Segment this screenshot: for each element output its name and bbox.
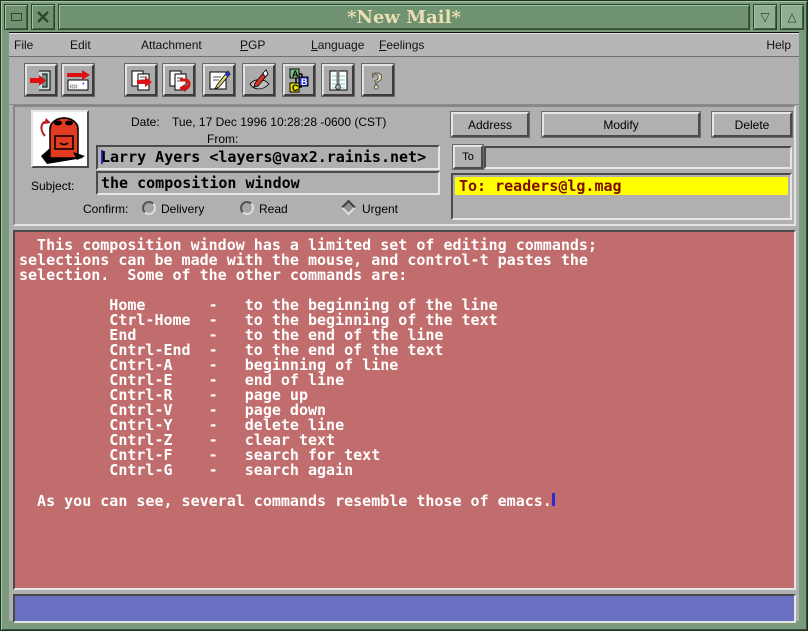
help-button[interactable]: ? — [362, 64, 394, 96]
notes-button[interactable] — [322, 64, 354, 96]
address-button[interactable]: Address — [451, 112, 529, 137]
mailbox-logo — [31, 110, 89, 168]
copy-message-button[interactable] — [125, 64, 157, 96]
subject-field[interactable]: the composition window — [96, 171, 440, 195]
svg-text:C: C — [292, 83, 299, 93]
window-content: File Edit Attachment PGP Language Feelin… — [9, 32, 799, 621]
requeue-message-button[interactable] — [163, 64, 195, 96]
subject-label: Subject: — [31, 179, 74, 193]
recipient-row[interactable]: To: readers@lg.mag — [455, 177, 788, 195]
minimize-button[interactable] — [4, 4, 28, 30]
from-field[interactable]: Larry Ayers <layers@vax2.rainis.net> — [96, 145, 440, 170]
copy-message-icon — [129, 68, 154, 93]
modify-button[interactable]: Modify — [542, 112, 700, 137]
menu-language[interactable]: Language — [311, 38, 364, 52]
titlebar: *New Mail* ▽ △ — [4, 4, 804, 30]
erase-button[interactable] — [243, 64, 275, 96]
door-exit-icon — [29, 68, 54, 93]
confirm-label: Confirm: — [83, 202, 128, 216]
urgent-toggle[interactable] — [341, 200, 357, 216]
alias-book-button[interactable]: A B C — [283, 64, 315, 96]
maximize-button[interactable]: △ — [780, 4, 804, 30]
svg-text:?: ? — [371, 69, 383, 93]
menubar: File Edit Attachment PGP Language Feelin… — [9, 33, 799, 57]
notepad-icon — [326, 68, 351, 93]
close-button[interactable] — [31, 4, 55, 30]
triangle-down-icon: ▽ — [760, 10, 769, 24]
mail-compose-window: *New Mail* ▽ △ File Edit Attachment PGP … — [0, 0, 808, 631]
to-input[interactable] — [484, 146, 792, 169]
menu-edit[interactable]: Edit — [70, 38, 91, 52]
menu-file[interactable]: File — [14, 38, 33, 52]
message-header-panel: Date: Tue, 17 Dec 1996 10:28:28 -0600 (C… — [13, 105, 796, 226]
compose-button[interactable] — [203, 64, 235, 96]
confirm-read-radio[interactable] — [240, 201, 254, 215]
exit-button[interactable] — [25, 64, 57, 96]
menu-pgp[interactable]: PGP — [240, 38, 265, 52]
send-mail-icon: * — [66, 68, 91, 93]
send-button[interactable]: * — [62, 64, 94, 96]
window-title: *New Mail* — [58, 4, 750, 30]
close-icon — [36, 10, 50, 24]
confirm-delivery-label: Delivery — [161, 202, 204, 216]
requeue-message-icon — [167, 68, 192, 93]
question-mark-icon: ? — [366, 68, 391, 93]
confirm-delivery-radio[interactable] — [142, 201, 156, 215]
menu-help[interactable]: Help — [766, 38, 791, 52]
svg-text:*: * — [82, 82, 85, 89]
menu-attachment[interactable]: Attachment — [141, 38, 202, 52]
svg-text:B: B — [301, 77, 308, 87]
text-cursor — [552, 493, 555, 506]
delete-button[interactable]: Delete — [712, 112, 792, 137]
compose-pen-icon — [207, 68, 232, 93]
toolbar: * — [9, 57, 799, 105]
mailbox-icon — [33, 112, 87, 166]
recipients-list[interactable]: To: readers@lg.mag — [451, 173, 792, 220]
to-button[interactable]: To — [453, 145, 483, 169]
menu-feelings[interactable]: Feelings — [379, 38, 424, 52]
svg-text:A: A — [292, 69, 299, 79]
alias-abc-icon: A B C — [287, 68, 312, 93]
confirm-read-label: Read — [259, 202, 288, 216]
urgent-label: Urgent — [362, 202, 398, 216]
status-bar — [13, 594, 796, 623]
date-value: Tue, 17 Dec 1996 10:28:28 -0600 (CST) — [172, 115, 386, 129]
from-label: From: — [207, 132, 238, 146]
triangle-up-icon: △ — [787, 10, 796, 24]
message-body-editor[interactable]: This composition window has a limited se… — [13, 230, 796, 590]
date-label: Date: — [131, 115, 160, 129]
shade-button[interactable]: ▽ — [753, 4, 777, 30]
eraser-icon — [247, 68, 272, 93]
minimize-icon — [11, 13, 22, 21]
message-body-text: This composition window has a limited se… — [15, 232, 794, 509]
